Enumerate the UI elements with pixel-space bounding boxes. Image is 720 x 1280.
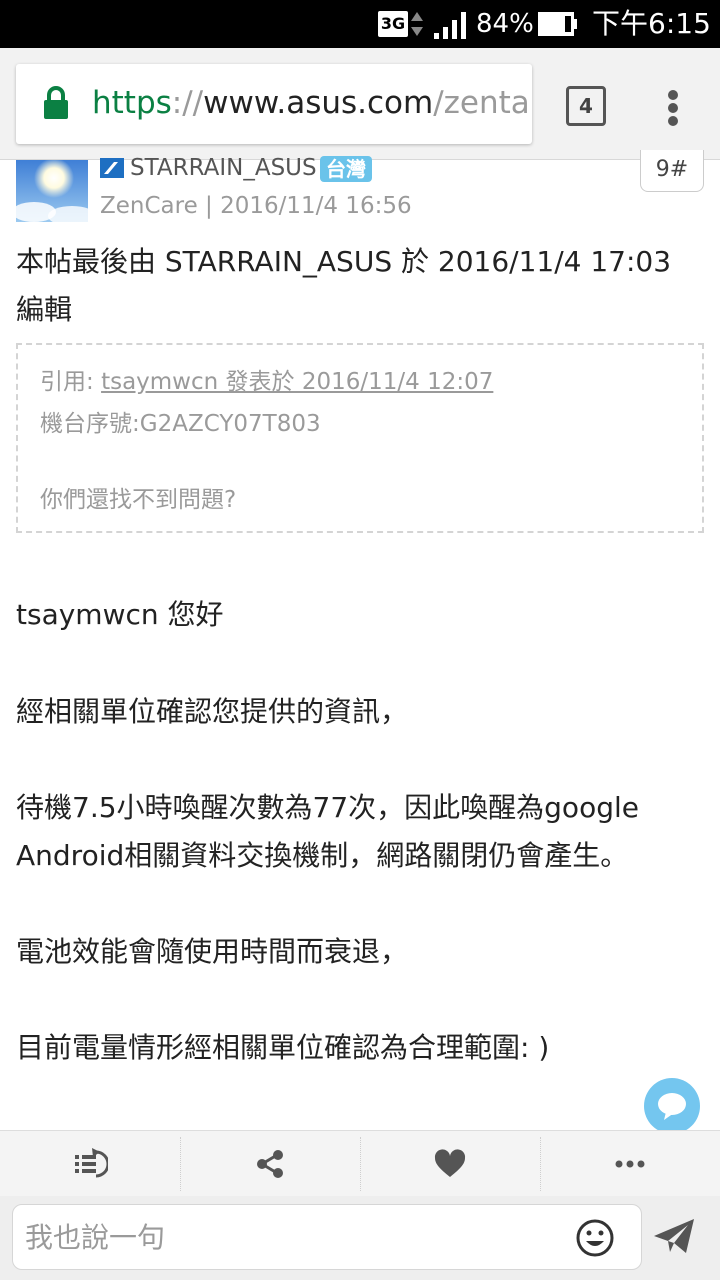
tab-count: 4 [566,86,606,126]
post-paragraph: 電池效能會隨使用時間而衰退， [16,935,409,968]
signal-strength-icon [434,12,466,39]
sky-avatar-image [16,160,88,222]
region-badge: 台灣 [320,156,372,182]
browser-toolbar: https://www.asus.com/zental 4 [0,48,720,160]
address-bar[interactable]: https://www.asus.com/zental [16,64,532,144]
quote-header: 引用: tsaymwcn 發表於 2016/11/4 12:07 [40,365,493,399]
more-horiz-icon [615,1160,645,1168]
battery-percent: 84% [476,9,534,39]
url-scheme: https [92,85,172,121]
post-paragraph: tsaymwcn 您好 [16,598,224,631]
lock-icon [44,86,68,119]
comment-input[interactable]: 我也說一句 [12,1204,642,1270]
url-host: www.asus.com [203,85,434,121]
reply-list-icon [75,1148,108,1178]
post-meta: ZenCare | 2016/11/4 16:56 [100,193,412,219]
quote-question: 你們還找不到問題? [40,487,237,513]
author-name[interactable]: STARRAIN_ASUS [130,152,317,184]
chat-fab-button[interactable] [644,1078,700,1134]
quote-block: 引用: tsaymwcn 發表於 2016/11/4 12:07 機台序號:G2… [16,343,704,533]
post-action-bar [0,1130,720,1196]
avatar[interactable] [16,160,88,222]
like-button[interactable] [360,1131,540,1197]
url-path: /zental [433,85,532,121]
heart-icon [434,1149,466,1177]
more-actions-button[interactable] [540,1131,720,1197]
menu-dot [668,103,678,113]
edit-note: 本帖最後由 STARRAIN_ASUS 於 2016/11/4 17:03 編輯 [16,245,672,326]
share-button[interactable] [180,1131,360,1197]
url-separator: :// [171,85,204,121]
menu-dot [668,90,678,100]
smiley-icon[interactable] [575,1218,615,1258]
post-paragraph: 目前電量情形經相關單位確認為合理範圍: ) [16,1031,550,1064]
menu-dot [668,116,678,126]
send-icon[interactable] [652,1216,696,1256]
tab-switcher-button[interactable]: 4 [566,86,606,126]
quote-serial: 機台序號:G2AZCY07T803 [40,411,321,437]
comment-placeholder: 我也說一句 [25,1221,166,1254]
comment-bar: 我也說一句 [0,1196,720,1280]
asus-user-icon [100,158,124,178]
floor-number-badge: 9# [640,150,704,192]
data-activity-icon [411,12,423,36]
clock: 下午6:15 [592,7,711,40]
post-paragraph: 經相關單位確認您提供的資訊， [16,695,409,728]
share-icon [257,1150,283,1178]
status-bar: 3G 84% 下午6:15 [0,0,720,48]
url-text[interactable]: https://www.asus.com/zental [92,82,532,124]
post-paragraph: 待機7.5小時喚醒次數為77次，因此喚醒為google Android相關資料交… [16,791,639,872]
chat-bubble-icon [658,1093,686,1120]
network-type-badge: 3G [378,11,408,37]
quote-author-link[interactable]: tsaymwcn 發表於 2016/11/4 12:07 [101,369,493,395]
more-vert-icon[interactable] [656,84,692,128]
reply-list-button[interactable] [0,1131,180,1197]
battery-icon [538,12,577,36]
quote-prefix: 引用: [40,369,102,395]
